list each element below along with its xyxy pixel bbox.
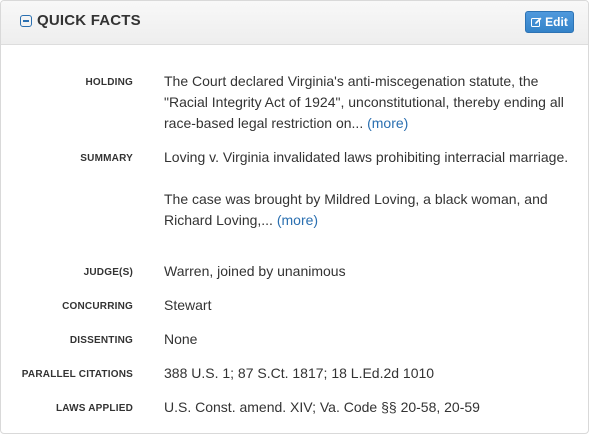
fact-value-laws-applied: U.S. Const. amend. XIV; Va. Code §§ 20-5… (164, 399, 480, 415)
quick-facts-panel: QUICK FACTS Edit HOLDING The Court decla… (0, 0, 589, 434)
fact-label-laws-applied: LAWS APPLIED (55, 403, 133, 414)
holding-more-link[interactable]: (more) (367, 115, 408, 131)
fact-label-summary: SUMMARY (80, 153, 133, 164)
fact-label-judges: JUDGE(S) (83, 267, 133, 278)
summary-more-link[interactable]: (more) (277, 212, 318, 228)
fact-value-judges: Warren, joined by unanimous (164, 263, 346, 279)
edit-pencil-icon (531, 17, 542, 27)
fact-value-summary: Loving v. Virginia invalidated laws proh… (164, 147, 574, 231)
fact-value-parallel-citations: 388 U.S. 1; 87 S.Ct. 1817; 18 L.Ed.2d 10… (164, 365, 435, 381)
fact-label-dissenting: DISSENTING (69, 335, 133, 346)
holding-text: The Court declared Virginia's anti-misce… (164, 73, 564, 131)
fact-value-dissenting: None (164, 331, 198, 347)
collapse-square-icon[interactable] (20, 15, 32, 27)
fact-value-concurring: Stewart (164, 297, 212, 313)
panel-header: QUICK FACTS Edit (1, 1, 588, 45)
summary-paragraph-2: The case was brought by Mildred Loving, … (164, 191, 548, 228)
edit-button[interactable]: Edit (525, 11, 574, 33)
summary-paragraph-1: Loving v. Virginia invalidated laws proh… (164, 149, 569, 165)
panel-title: QUICK FACTS (37, 12, 141, 29)
edit-button-label: Edit (545, 15, 568, 29)
fact-label-concurring: CONCURRING (62, 301, 133, 312)
fact-label-holding: HOLDING (85, 77, 133, 88)
fact-value-holding: The Court declared Virginia's anti-misce… (164, 71, 574, 134)
fact-label-parallel-citations: PARALLEL CITATIONS (21, 369, 133, 380)
